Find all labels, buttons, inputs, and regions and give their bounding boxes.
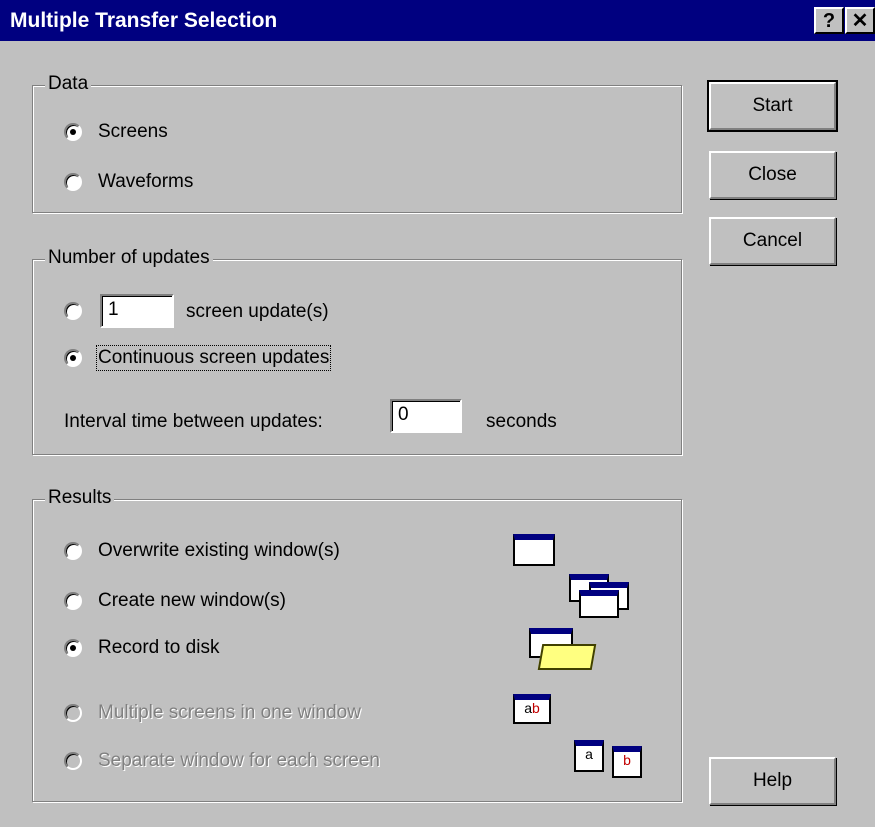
results-group-label: Results <box>45 487 115 509</box>
radio-overwrite[interactable]: Overwrite existing window(s) <box>64 536 340 566</box>
radio-create-new[interactable]: Create new window(s) <box>64 586 286 616</box>
separate-icon-letter-b: b <box>623 752 631 768</box>
data-group-label: Data <box>45 73 92 95</box>
update-count-suffix: screen update(s) <box>186 301 329 322</box>
radio-multiple-screens: Multiple screens in one window <box>64 698 361 728</box>
window-title: Multiple Transfer Selection <box>10 9 278 32</box>
radio-continuous-label: Continuous screen updates <box>95 345 332 371</box>
radio-separate-window-button <box>64 752 82 770</box>
separate-icon-letter-a: a <box>585 746 593 762</box>
radio-screens-label: Screens <box>98 121 168 142</box>
help-icon[interactable]: ? <box>814 7 844 34</box>
updates-group-label: Number of updates <box>45 247 213 269</box>
close-button[interactable]: Close <box>709 151 836 199</box>
radio-overwrite-button[interactable] <box>64 542 82 560</box>
radio-continuous[interactable]: Continuous screen updates <box>64 343 332 373</box>
interval-input[interactable]: 0 <box>390 399 462 433</box>
radio-count-button[interactable] <box>64 302 82 320</box>
radio-overwrite-label: Overwrite existing window(s) <box>98 540 340 561</box>
radio-record-disk-button[interactable] <box>64 639 82 657</box>
radio-separate-window: Separate window for each screen <box>64 746 380 776</box>
interval-label: Interval time between updates: <box>64 411 323 432</box>
update-count-input[interactable]: 1 <box>100 294 174 328</box>
radio-screens[interactable]: Screens <box>64 117 168 147</box>
radio-waveforms-label: Waveforms <box>98 171 194 192</box>
radio-waveforms-button[interactable] <box>64 173 82 191</box>
title-bar: Multiple Transfer Selection ? ✕ <box>0 0 875 41</box>
interval-units: seconds <box>486 411 557 432</box>
radio-multiple-screens-button <box>64 704 82 722</box>
radio-waveforms[interactable]: Waveforms <box>64 167 193 197</box>
radio-multiple-screens-label: Multiple screens in one window <box>98 702 361 723</box>
cancel-button[interactable]: Cancel <box>709 217 836 265</box>
start-button[interactable]: Start <box>707 80 838 132</box>
radio-continuous-button[interactable] <box>64 349 82 367</box>
radio-create-new-label: Create new window(s) <box>98 590 286 611</box>
radio-screens-button[interactable] <box>64 123 82 141</box>
ab-icon-letter-b: b <box>532 700 540 716</box>
radio-count-updates[interactable] <box>64 296 82 326</box>
help-button[interactable]: Help <box>709 757 836 805</box>
ab-icon-letter-a: a <box>524 700 532 716</box>
close-icon[interactable]: ✕ <box>845 7 875 34</box>
radio-record-disk[interactable]: Record to disk <box>64 633 219 663</box>
radio-record-disk-label: Record to disk <box>98 637 220 658</box>
radio-create-new-button[interactable] <box>64 592 82 610</box>
radio-separate-window-label: Separate window for each screen <box>98 750 380 771</box>
